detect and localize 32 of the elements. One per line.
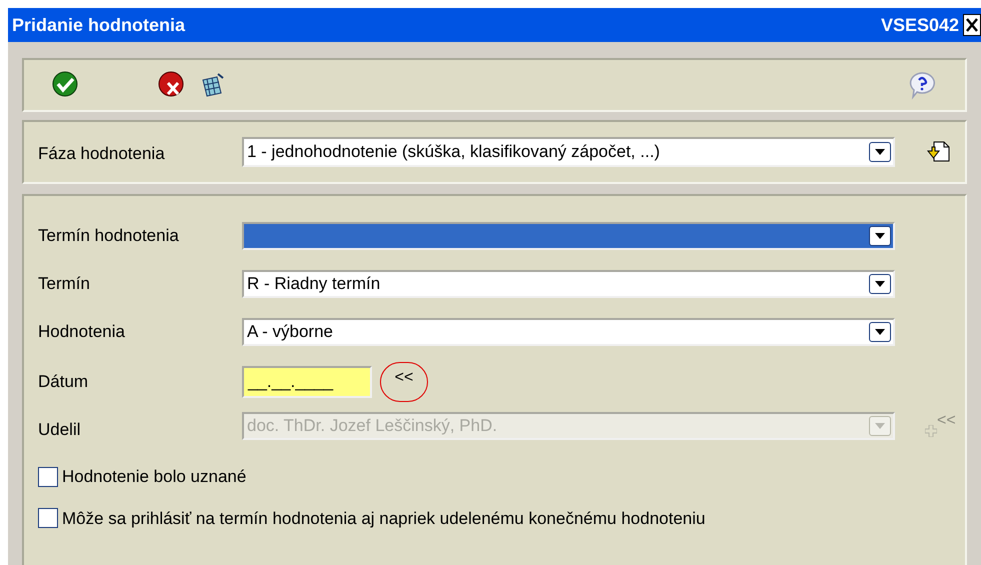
field-label: Dátum xyxy=(38,371,90,394)
select-field[interactable]: R - Riadny termín xyxy=(242,270,895,298)
caret-icon xyxy=(875,423,885,429)
select-field[interactable] xyxy=(242,222,895,250)
dropdown-button[interactable] xyxy=(869,226,891,246)
confirm-icon[interactable] xyxy=(52,71,80,99)
field-label: Udelil xyxy=(38,419,82,442)
caret-icon xyxy=(875,281,885,287)
help-icon[interactable] xyxy=(907,70,937,100)
checkbox[interactable] xyxy=(38,508,58,528)
close-button[interactable] xyxy=(963,14,981,36)
checkbox-label: Hodnotenie bolo uznané xyxy=(62,466,246,488)
date-field[interactable]: __.__.____ xyxy=(242,366,372,398)
caret-icon xyxy=(875,149,885,155)
select-field[interactable]: 1 - jednohodnotenie (skúška, klasifikovaný zápočet, ...) xyxy=(242,137,895,167)
caret-icon xyxy=(875,233,885,239)
field-label: Termín xyxy=(38,273,91,296)
checkbox-label: Môže sa prihlásiť na termín hodnotenia aj napriek udelenému konečnému hodnoteniu xyxy=(62,508,706,530)
field-label: Fáza hodnotenia xyxy=(38,143,166,166)
dropdown-button[interactable] xyxy=(869,142,891,162)
date-button[interactable]: << xyxy=(380,362,428,402)
field-label: Termín hodnotenia xyxy=(38,225,180,248)
grid-icon[interactable] xyxy=(200,72,226,98)
checkbox[interactable] xyxy=(38,466,58,487)
select-field[interactable]: A - výborne xyxy=(242,318,895,346)
dropdown-button[interactable] xyxy=(869,274,891,294)
cancel-icon[interactable] xyxy=(158,71,186,99)
window-title: Pridanie hodnotenia xyxy=(12,14,186,36)
field-label: Hodnotenia xyxy=(38,321,126,344)
window-code: VSES042 xyxy=(880,14,959,36)
dropdown-button[interactable] xyxy=(869,322,891,342)
caret-icon xyxy=(875,329,885,335)
